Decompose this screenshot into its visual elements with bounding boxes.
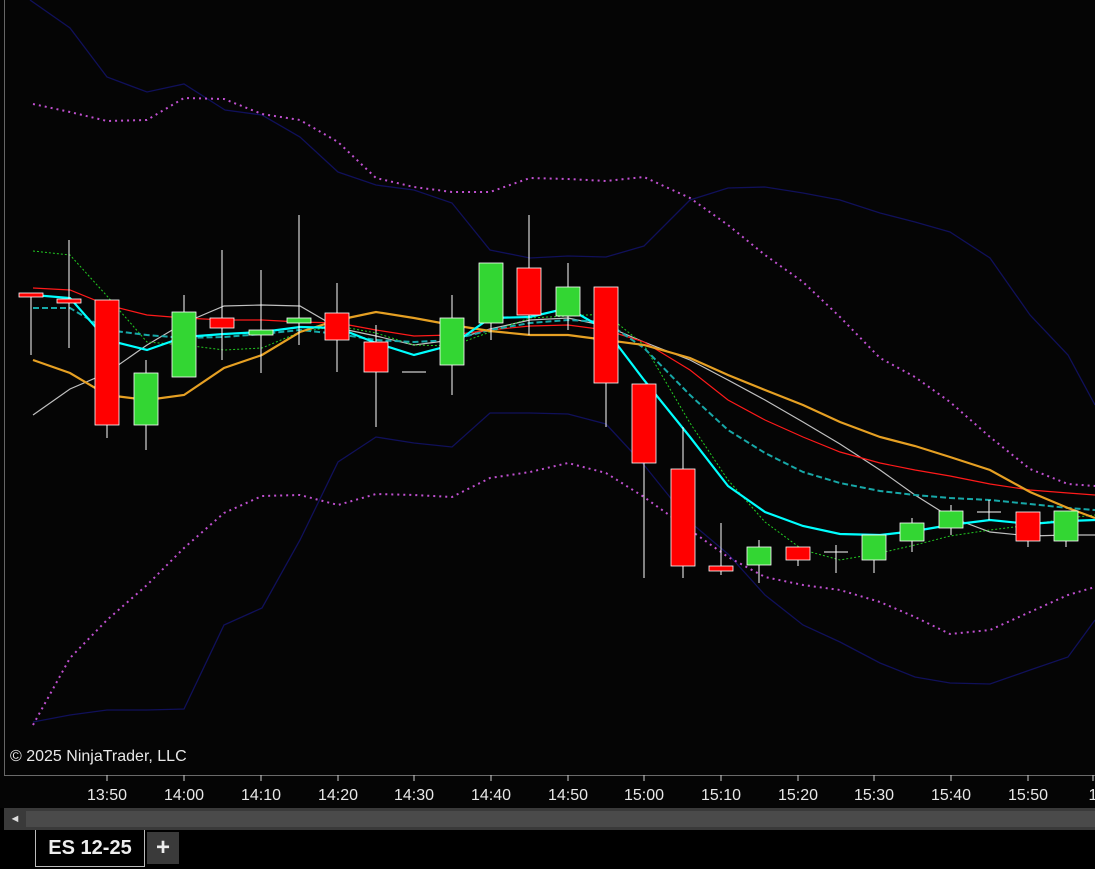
candle: [899, 518, 925, 552]
time-axis-label: 15:30: [854, 787, 894, 804]
candle: [324, 283, 350, 372]
time-axis-label: 14:10: [241, 787, 281, 804]
candle: [670, 427, 696, 578]
time-axis-label: 15:50: [1008, 787, 1048, 804]
candle: [478, 262, 504, 340]
candle-body: [785, 546, 811, 561]
time-axis-label: 14:50: [548, 787, 588, 804]
candle-body: [56, 298, 82, 304]
candlestick-series: [18, 215, 1079, 583]
candle-body: [363, 341, 389, 373]
candle-body: [1015, 511, 1041, 542]
candle: [94, 299, 120, 438]
bollinger-outer-lower-line: [32, 412, 1095, 723]
candle-body: [516, 267, 542, 316]
time-axis-label: 14:40: [471, 787, 511, 804]
chart-left-border: [4, 0, 5, 775]
candle-body: [670, 468, 696, 567]
candle-body: [708, 565, 734, 572]
instrument-tab-bar: ES 12-25 +: [0, 830, 1095, 869]
time-axis-label: 15:20: [778, 787, 818, 804]
candle-body: [631, 383, 657, 464]
time-axis-label: 14:30: [394, 787, 434, 804]
scrollbar-thumb[interactable]: [26, 811, 1095, 827]
candle: [286, 215, 312, 345]
candle: [708, 523, 734, 575]
time-axis-canvas: 13:50 14:00 14:10 14:20 14:30 14:40 14:50 15:00…: [4, 775, 1095, 804]
candle-body: [1053, 510, 1079, 542]
time-axis-label: 1: [1089, 787, 1095, 804]
candle: [171, 295, 197, 378]
candle-body: [478, 262, 504, 324]
candle: [56, 240, 82, 348]
scroll-left-arrow-icon[interactable]: ◄: [8, 812, 22, 826]
time-axis[interactable]: 13:50 14:00 14:10 14:20 14:30 14:40 14:50 15:00…: [0, 775, 1095, 808]
candle: [1015, 511, 1041, 547]
candle: [631, 383, 657, 578]
candle-body: [555, 286, 581, 317]
candle-body: [248, 329, 274, 336]
time-axis-label: 15:10: [701, 787, 741, 804]
candle-body: [938, 510, 964, 529]
time-axis-label: 15:00: [624, 787, 664, 804]
candle-body: [593, 286, 619, 384]
candle: [18, 292, 44, 355]
horizontal-scrollbar[interactable]: ◄: [4, 808, 1095, 830]
tab-instrument[interactable]: ES 12-25: [35, 830, 145, 867]
price-chart-panel[interactable]: © 2025 NinjaTrader, LLC: [0, 0, 1095, 775]
candle: [785, 546, 811, 566]
candle: [209, 250, 235, 360]
time-axis-label: 14:00: [164, 787, 204, 804]
candle: [439, 295, 465, 395]
candle-body: [899, 522, 925, 542]
candle-body: [18, 292, 44, 298]
candle-body: [439, 317, 465, 366]
candle-body: [286, 317, 312, 324]
time-axis-label: 13:50: [87, 787, 127, 804]
candle: [824, 545, 848, 573]
candle: [938, 505, 964, 535]
candle-body: [324, 312, 350, 341]
add-tab-button[interactable]: +: [147, 832, 179, 864]
time-axis-label: 15:40: [931, 787, 971, 804]
candle: [977, 500, 1001, 520]
candle: [133, 360, 159, 450]
time-axis-label: 14:20: [318, 787, 358, 804]
candle-body: [746, 546, 772, 566]
candle: [861, 534, 887, 573]
price-chart-canvas[interactable]: [0, 0, 1095, 775]
candle-body: [861, 534, 887, 561]
time-axis-ticks: 13:50 14:00 14:10 14:20 14:30 14:40 14:50 15:00…: [87, 775, 1095, 804]
candle: [593, 286, 619, 427]
candle-body: [171, 311, 197, 378]
copyright-notice: © 2025 NinjaTrader, LLC: [10, 748, 187, 765]
candle-body: [94, 299, 120, 426]
candle-body: [133, 372, 159, 426]
bollinger-inner-lower-line: [32, 461, 1095, 726]
candle: [1053, 510, 1079, 547]
candle-body: [209, 317, 235, 329]
